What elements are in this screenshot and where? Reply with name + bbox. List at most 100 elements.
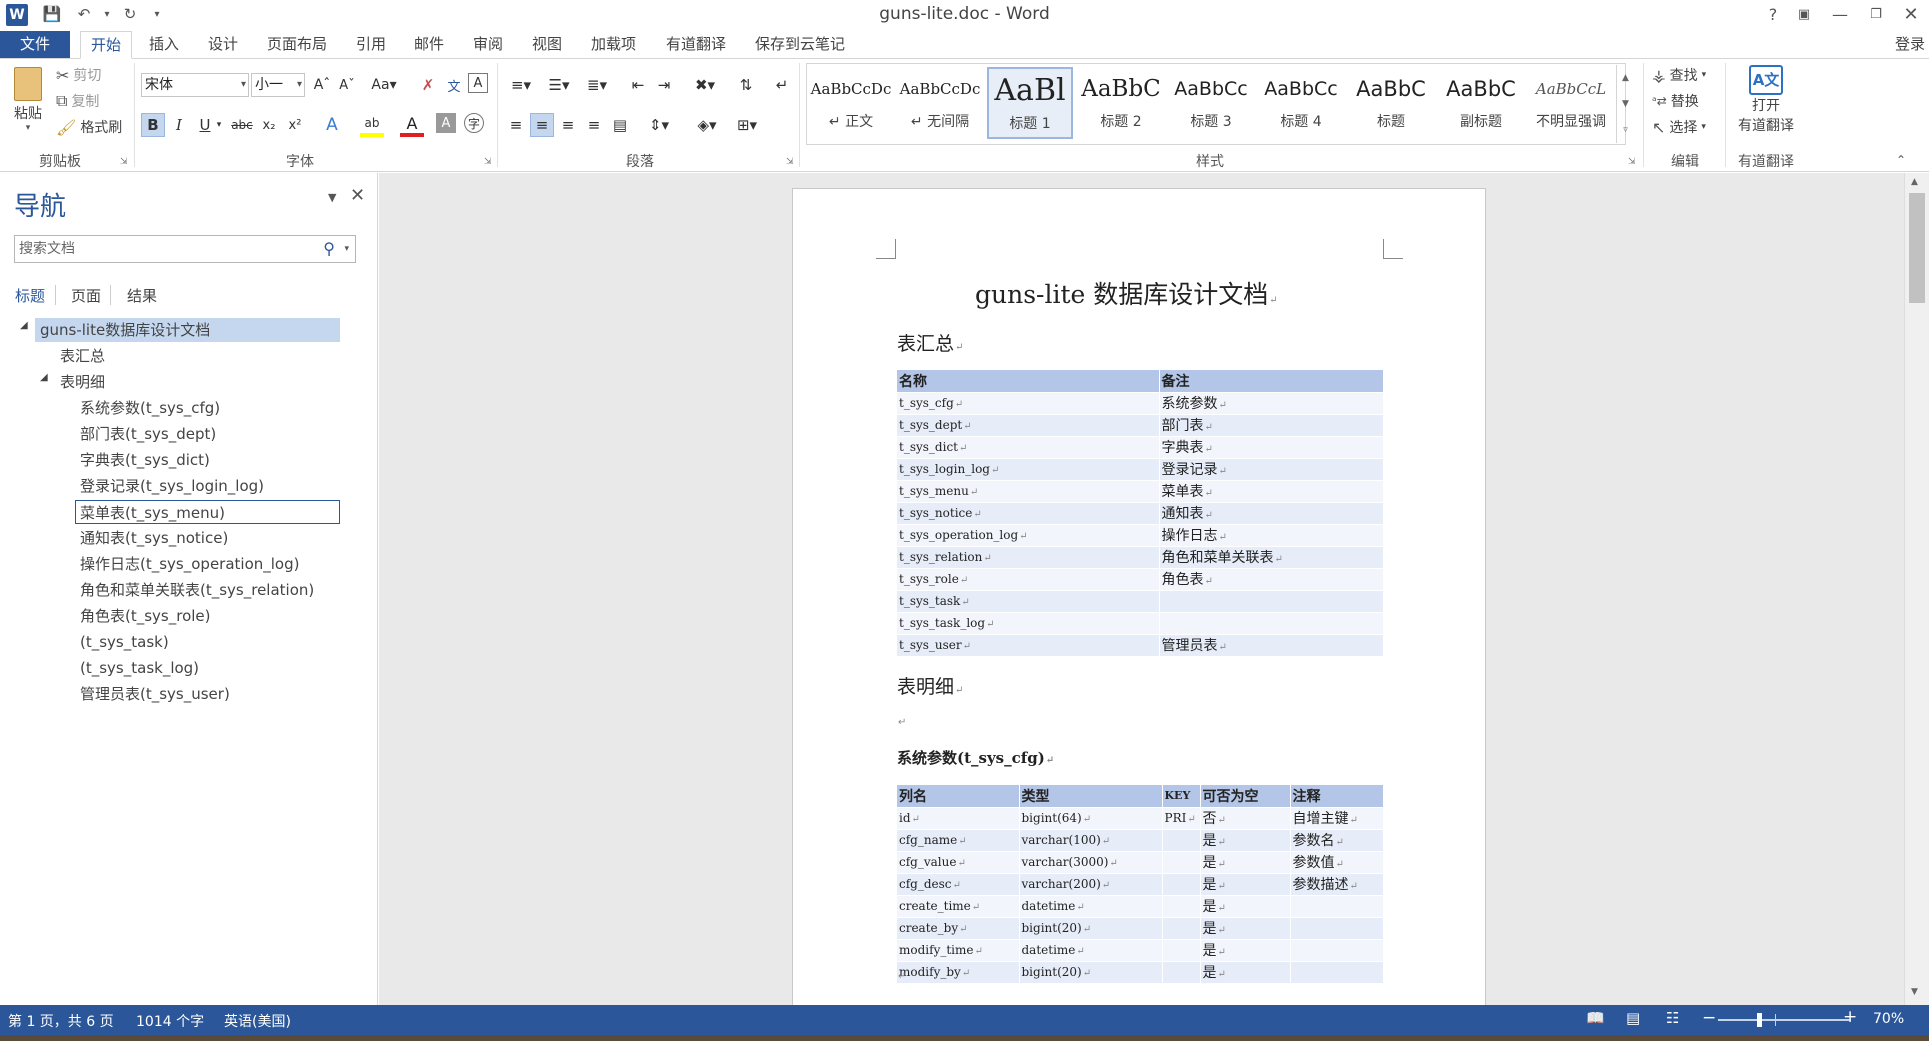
cfg-table[interactable]: 列名 类型 KEY 可否为空 注释 id↵ bigint(64)↵ PRI↵ 否↵ 自增… xyxy=(897,785,1384,984)
distributed-icon[interactable]: ▤ xyxy=(608,113,632,137)
zoom-level[interactable]: 70% xyxy=(1873,1011,1904,1027)
nav-tab-results[interactable]: 结果 xyxy=(127,285,157,306)
chevron-down-icon[interactable]: ▼ xyxy=(1617,91,1634,117)
nav-search-input[interactable]: 搜索文档 ⚲ ▾ xyxy=(14,235,356,263)
summary-heading[interactable]: 表汇总↵ xyxy=(897,329,963,356)
table-cell[interactable]: cfg_desc↵ xyxy=(897,873,1020,896)
italic-button[interactable]: I xyxy=(167,113,191,137)
table-cell[interactable]: t_sys_task↵ xyxy=(897,590,1160,613)
shrink-font-icon[interactable]: Aˇ xyxy=(335,73,359,97)
language-indicator[interactable]: 英语(美国) xyxy=(224,1011,291,1031)
table-cell[interactable]: 字典表↵ xyxy=(1159,436,1384,459)
tab-youdao[interactable]: 有道翻译 xyxy=(660,31,732,58)
tab-home[interactable]: 开始 xyxy=(80,31,133,59)
sort-icon[interactable]: ⇅ xyxy=(734,73,758,97)
styles-launcher-icon[interactable]: ⇲ xyxy=(1628,157,1636,167)
style-subtitle[interactable]: AaBbC 副标题 xyxy=(1438,67,1524,139)
table-cell[interactable]: 管理员表↵ xyxy=(1159,634,1384,657)
table-cell[interactable]: t_sys_login_log↵ xyxy=(897,458,1160,481)
nav-tab-pages[interactable]: 页面 xyxy=(71,285,101,306)
table-cell[interactable]: t_sys_operation_log↵ xyxy=(897,524,1160,547)
table-cell[interactable]: 参数描述↵ xyxy=(1290,873,1384,896)
table-cell[interactable] xyxy=(1162,851,1201,874)
chinese-layout-icon[interactable]: ✖▾ xyxy=(688,73,722,97)
table-cell[interactable]: varchar(100)↵ xyxy=(1019,829,1163,852)
table-cell[interactable]: t_sys_cfg↵ xyxy=(897,392,1160,415)
style-heading-3[interactable]: AaBbCc 标题 3 xyxy=(1168,67,1254,139)
borders-icon[interactable]: ⊞▾ xyxy=(730,113,764,137)
table-cell[interactable]: modify_by↵ xyxy=(897,961,1020,984)
table-cell[interactable]: varchar(3000)↵ xyxy=(1019,851,1163,874)
table-cell[interactable]: varchar(200)↵ xyxy=(1019,873,1163,896)
ribbon-display-icon[interactable]: ▣ xyxy=(1786,0,1822,28)
page-count[interactable]: 第 1 页，共 6 页 xyxy=(8,1011,114,1031)
tab-view[interactable]: 视图 xyxy=(526,31,568,58)
nav-heading-item[interactable]: 部门表(t_sys_dept) xyxy=(80,422,216,446)
close-button[interactable]: ✕ xyxy=(1893,0,1929,28)
vertical-scrollbar[interactable]: ▲ ▼ xyxy=(1904,173,1929,1005)
nav-heading-item[interactable]: 菜单表(t_sys_menu) xyxy=(75,500,340,524)
strikethrough-button[interactable]: abc xyxy=(230,113,254,137)
table-cell[interactable]: t_sys_task_log↵ xyxy=(897,612,1160,635)
subscript-button[interactable]: x₂ xyxy=(257,113,281,137)
table-cell[interactable]: 参数名↵ xyxy=(1290,829,1384,852)
table-cell[interactable]: 是↵ xyxy=(1200,895,1291,918)
table-cell[interactable] xyxy=(1162,873,1201,896)
nav-heading-item[interactable]: 系统参数(t_sys_cfg) xyxy=(80,396,220,420)
table-cell[interactable]: cfg_value↵ xyxy=(897,851,1020,874)
table-header-cell[interactable]: 备注 xyxy=(1159,370,1384,393)
grow-font-icon[interactable]: Aˆ xyxy=(310,73,334,97)
tab-design[interactable]: 设计 xyxy=(202,31,244,58)
underline-dropdown-icon[interactable]: ▾ xyxy=(213,113,225,137)
scroll-down-icon[interactable]: ▼ xyxy=(1911,987,1918,997)
phonetic-guide-icon[interactable]: 文 xyxy=(442,73,466,97)
table-cell[interactable]: 角色表↵ xyxy=(1159,568,1384,591)
table-cell[interactable] xyxy=(1290,895,1384,918)
nav-tab-headings[interactable]: 标题 xyxy=(15,285,45,306)
table-cell[interactable]: t_sys_user↵ xyxy=(897,634,1160,657)
decrease-indent-icon[interactable]: ⇤ xyxy=(626,73,650,97)
table-header-cell[interactable]: KEY xyxy=(1162,785,1201,808)
tab-insert[interactable]: 插入 xyxy=(143,31,185,58)
style-title[interactable]: AaBbC 标题 xyxy=(1348,67,1434,139)
close-icon[interactable]: ✕ xyxy=(350,185,365,206)
nav-heading-item[interactable]: 角色和菜单关联表(t_sys_relation) xyxy=(80,578,314,602)
paste-button[interactable]: 粘贴 ▾ xyxy=(8,67,48,133)
style-heading-4[interactable]: AaBbCc 标题 4 xyxy=(1258,67,1344,139)
table-header-cell[interactable]: 类型 xyxy=(1019,785,1163,808)
justify-icon[interactable]: ≡ xyxy=(582,113,606,137)
table-cell[interactable]: 是↵ xyxy=(1200,939,1291,962)
tab-references[interactable]: 引用 xyxy=(350,31,392,58)
table-cell[interactable]: bigint(20)↵ xyxy=(1019,917,1163,940)
find-button[interactable]: ⚶ 查找 ▾ xyxy=(1652,65,1706,85)
shading-icon[interactable]: ◈▾ xyxy=(690,113,724,137)
enclose-characters-icon[interactable]: 字 xyxy=(464,113,484,133)
nav-heading-item[interactable]: 通知表(t_sys_notice) xyxy=(80,526,228,550)
expand-gallery-icon[interactable]: ▿ xyxy=(1617,117,1634,143)
style-heading-2[interactable]: AaBbC 标题 2 xyxy=(1078,67,1164,139)
table-cell[interactable]: 部门表↵ xyxy=(1159,414,1384,437)
scroll-thumb[interactable] xyxy=(1909,193,1925,303)
superscript-button[interactable]: x² xyxy=(283,113,307,137)
clipboard-launcher-icon[interactable]: ⇲ xyxy=(120,157,128,167)
table-cell[interactable]: 参数值↵ xyxy=(1290,851,1384,874)
select-button[interactable]: ↖ 选择 ▾ xyxy=(1652,117,1706,137)
table-cell[interactable]: t_sys_relation↵ xyxy=(897,546,1160,569)
table-cell[interactable]: 是↵ xyxy=(1200,961,1291,984)
table-cell[interactable]: 系统参数↵ xyxy=(1159,392,1384,415)
font-size-combo[interactable]: 小一 ▾ xyxy=(251,73,305,97)
table-cell[interactable]: 是↵ xyxy=(1200,917,1291,940)
youdao-open-button[interactable]: A文 打开 有道翻译 xyxy=(1730,65,1802,135)
nav-heading-item[interactable]: 操作日志(t_sys_operation_log) xyxy=(80,552,299,576)
table-cell[interactable] xyxy=(1159,590,1384,613)
style-no-spacing[interactable]: AaBbCcDc ↵ 无间隔 xyxy=(897,67,983,139)
font-color-icon[interactable]: A xyxy=(400,113,424,137)
nav-heading-item[interactable]: (t_sys_task_log) xyxy=(80,656,199,680)
text-effects-icon[interactable]: A xyxy=(320,113,344,137)
show-marks-icon[interactable]: ↵ xyxy=(770,73,794,97)
table-cell[interactable]: id↵ xyxy=(897,807,1020,830)
table-cell[interactable]: create_by↵ xyxy=(897,917,1020,940)
styles-scroll[interactable]: ▲ ▼ ▿ xyxy=(1616,65,1634,143)
tab-mailings[interactable]: 邮件 xyxy=(408,31,450,58)
summary-table[interactable]: 名称 备注 t_sys_cfg↵ 系统参数↵ t_sys_dept↵ 部门表↵ t_sy… xyxy=(897,370,1384,657)
